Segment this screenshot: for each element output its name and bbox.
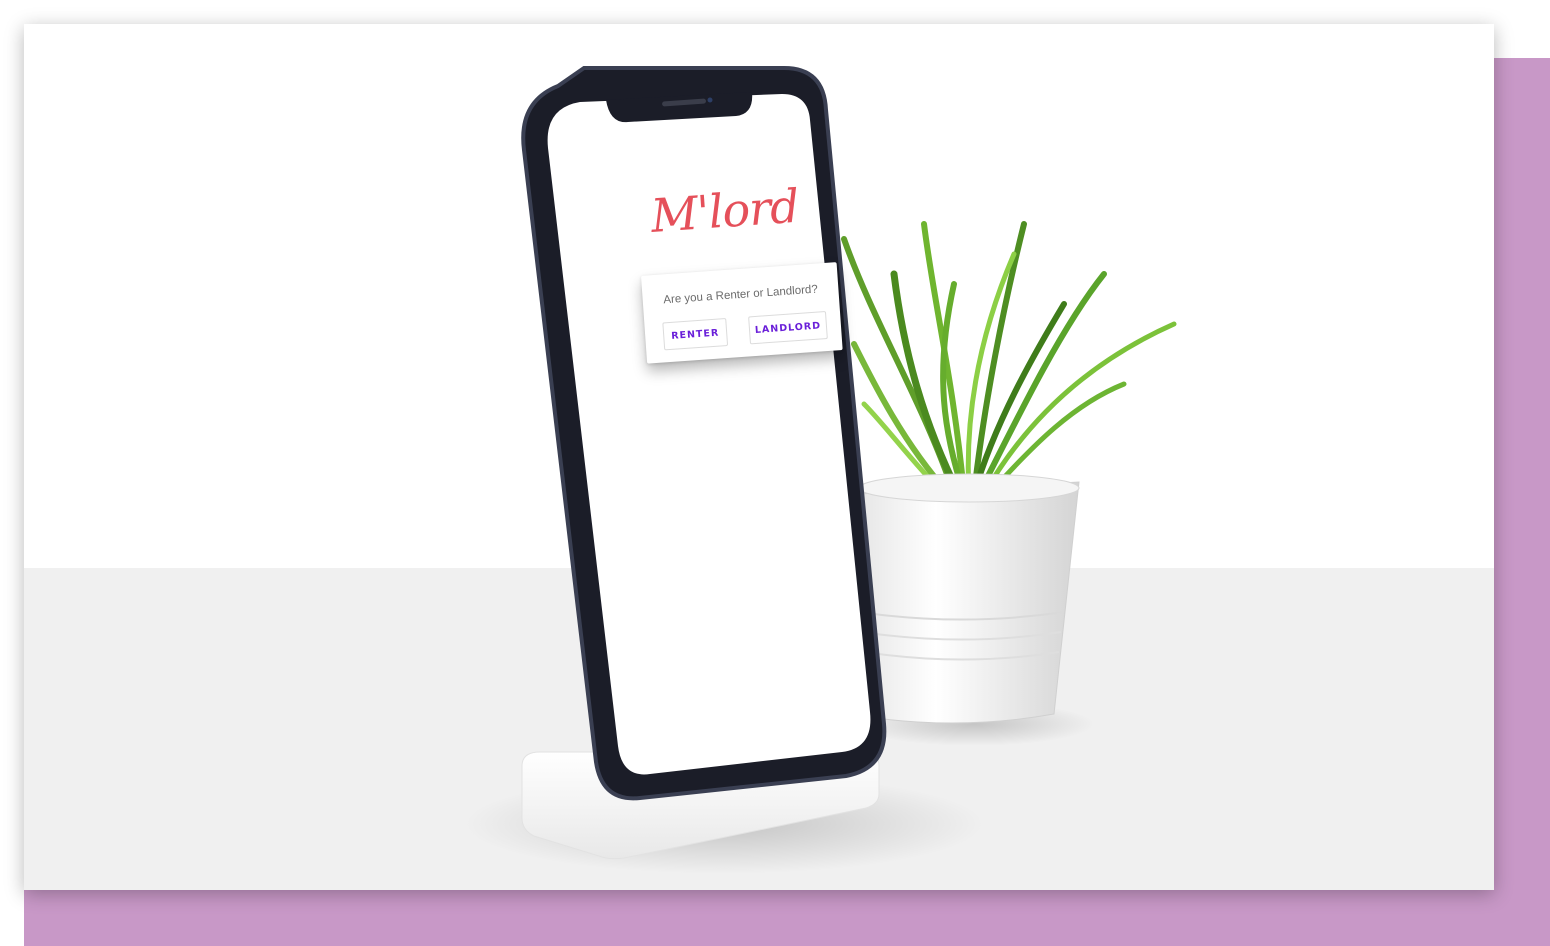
plant-leaves [841, 221, 1177, 498]
role-selection-card: Are you a Renter or Landlord? RENTER LAN… [641, 262, 843, 364]
app-logo: M'lord [649, 178, 801, 243]
landlord-button[interactable]: LANDLORD [748, 311, 828, 345]
renter-button[interactable]: RENTER [662, 317, 729, 351]
role-question: Are you a Renter or Landlord? [662, 283, 819, 307]
product-scene: M'lord Are you a Renter or Landlord? REN… [24, 24, 1494, 890]
phone-screen: M'lord Are you a Renter or Landlord? REN… [580, 134, 903, 772]
mockup-stage: M'lord Are you a Renter or Landlord? REN… [0, 0, 1550, 946]
